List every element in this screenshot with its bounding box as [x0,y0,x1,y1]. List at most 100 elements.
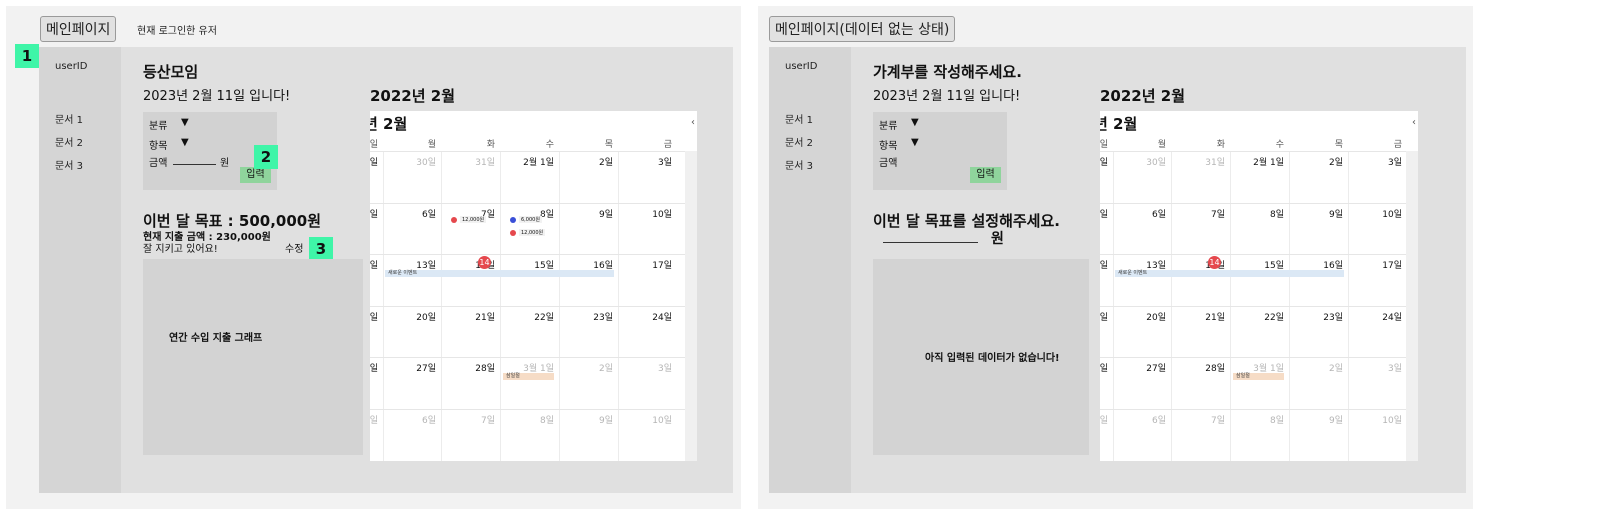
calendar-day[interactable]: 24일 [1350,310,1402,323]
item-dropdown-icon[interactable]: ▼ [181,137,189,148]
calendar-event[interactable]: 새로운 이벤트 [385,270,614,277]
calendar-day[interactable]: 9일 [1291,413,1343,426]
sidebar-item-doc-1[interactable]: 문서 1 [55,111,83,126]
calendar-day[interactable]: 6일 [1114,207,1166,220]
calendar-day[interactable]: 10일 [620,207,672,220]
calendar-day[interactable]: 28일 [443,361,495,374]
calendar-day[interactable]: 27일 [384,361,436,374]
today-marker: 14 [1208,256,1221,269]
calendar-day[interactable]: 20일 [1114,310,1166,323]
calendar-day[interactable]: 3일 [620,361,672,374]
calendar-day[interactable]: 2일 [561,155,613,168]
calendar-scrollbar[interactable] [1406,151,1418,461]
category-dropdown-icon[interactable]: ▼ [911,117,919,128]
calendar-day[interactable]: 17일 [620,258,672,271]
calendar-day[interactable]: 일 [1100,258,1108,271]
calendar-day[interactable]: 일 [370,207,378,220]
main-page-button[interactable]: 메인페이지 [40,16,117,42]
calendar-day[interactable]: 21일 [1173,310,1225,323]
calendar-day[interactable]: 21일 [443,310,495,323]
calendar-day[interactable]: 2일 [1291,155,1343,168]
weekday-label: 금 [1393,140,1402,150]
calendar-day[interactable]: 7일 [1173,207,1225,220]
calendar-day[interactable]: 31일 [1173,155,1225,168]
calendar-day[interactable]: 9일 [561,207,613,220]
calendar-day[interactable]: 8일 [1232,207,1284,220]
empty-graph-placeholder: 아직 입력된 데이터가 없습니다! [873,259,1089,455]
calendar-day[interactable]: 일 [370,361,378,374]
goal-comment: 잘 지키고 있어요! [143,244,218,255]
calendar-day[interactable]: 22일 [1232,310,1284,323]
calendar-day[interactable]: 10일 [620,413,672,426]
calendar-day[interactable]: 6일 [384,413,436,426]
calendar-month-heading: 년 2월 [370,115,408,133]
calendar-day[interactable]: 일 [1100,207,1108,220]
calendar-day[interactable]: 27일 [1114,361,1166,374]
goal-amount-input[interactable] [883,242,978,243]
calendar-day[interactable]: 일 [370,413,378,426]
calendar-day[interactable]: 20일 [384,310,436,323]
today-marker: 14 [478,256,491,269]
calendar-day[interactable]: 3일 [1350,155,1402,168]
calendar-event[interactable]: 새로운 이벤트 [1115,270,1344,277]
calendar-day[interactable]: 30일 [1114,155,1166,168]
sidebar-item-doc-3[interactable]: 문서 3 [55,157,83,172]
calendar-day[interactable]: 2월 1일 [1232,155,1284,168]
calendar-day[interactable]: 일 [1100,413,1108,426]
calendar-day[interactable]: 일 [370,310,378,323]
calendar-day[interactable]: 2일 [561,361,613,374]
amount-input[interactable] [173,164,216,165]
calendar-day[interactable]: 22일 [502,310,554,323]
calendar-day[interactable]: 2일 [1291,361,1343,374]
sidebar-item-doc-3[interactable]: 문서 3 [785,157,813,172]
calendar-day[interactable]: 23일 [561,310,613,323]
calendar: 년 2월 ‹ 일 월 화 수 목 금 일 30일 31일 2월 1일 2일 3일 일 6일 7일 8일 9일 10일 일… [370,111,697,461]
calendar-day[interactable]: 2월 1일 [502,155,554,168]
item-dropdown-icon[interactable]: ▼ [911,137,919,148]
calendar-day[interactable]: 10일 [1350,207,1402,220]
prev-month-arrow-icon[interactable]: ‹ [691,117,695,128]
calendar-day[interactable]: 일 [1100,155,1108,168]
expense-amount[interactable]: 12,000원 [519,228,546,236]
calendar-day[interactable]: 9일 [1291,207,1343,220]
calendar-day[interactable]: 9일 [561,413,613,426]
calendar-day[interactable]: 8일 [1232,413,1284,426]
calendar-day[interactable]: 일 [1100,310,1108,323]
calendar-day[interactable]: 일 [370,155,378,168]
calendar-title: 2022년 2월 [1100,87,1186,105]
calendar-day[interactable]: 23일 [1291,310,1343,323]
calendar-day[interactable]: 10일 [1350,413,1402,426]
expense-amount[interactable]: 12,000원 [460,215,487,223]
calendar-day[interactable]: 31일 [443,155,495,168]
calendar-day[interactable]: 17일 [1350,258,1402,271]
sidebar-item-doc-2[interactable]: 문서 2 [785,134,813,149]
holiday-event[interactable]: 삼일절 [1233,373,1284,380]
calendar-day[interactable]: 6일 [1114,413,1166,426]
calendar-day[interactable]: 3일 [1350,361,1402,374]
sidebar-item-doc-2[interactable]: 문서 2 [55,134,83,149]
calendar-day[interactable]: 일 [370,258,378,271]
submit-button[interactable]: 입력 [970,167,1001,183]
sidebar-user-id[interactable]: userID [55,61,87,72]
calendar-day[interactable]: 일 [1100,361,1108,374]
calendar-day[interactable]: 24일 [620,310,672,323]
prev-month-arrow-icon[interactable]: ‹ [1412,117,1416,128]
holiday-event[interactable]: 삼일절 [503,373,554,380]
calendar-day[interactable]: 3일 [620,155,672,168]
submit-button[interactable]: 입력 [240,167,271,183]
calendar-day[interactable]: 7일 [443,413,495,426]
weekday-label: 화 [486,140,495,150]
sidebar-user-id[interactable]: userID [785,61,817,72]
main-page-empty-button[interactable]: 메인페이지(데이터 없는 상태) [769,16,956,42]
calendar-day[interactable]: 6일 [384,207,436,220]
calendar-day[interactable]: 7일 [1173,413,1225,426]
calendar-day[interactable]: 8일 [502,413,554,426]
category-dropdown-icon[interactable]: ▼ [181,117,189,128]
calendar-scrollbar[interactable] [685,151,697,461]
sidebar-item-doc-1[interactable]: 문서 1 [785,111,813,126]
calendar-day[interactable]: 28일 [1173,361,1225,374]
edit-goal-button[interactable]: 수정 [285,240,303,255]
calendar-day[interactable]: 30일 [384,155,436,168]
expense-amount[interactable]: 6,000원 [519,215,542,223]
page-title: 가계부를 작성해주세요. [873,63,1022,81]
